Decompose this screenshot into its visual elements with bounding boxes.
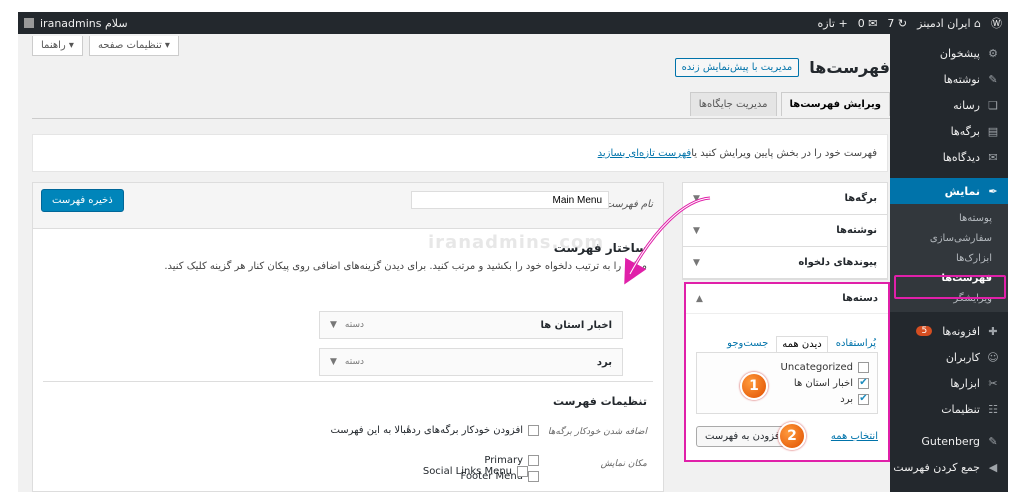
admin-bar: Ⓦ ⌂ ایران ادمینز ↻ 7 ✉ 0 + تازه سلام ira… bbox=[18, 12, 1008, 34]
checkbox-checked[interactable]: ✔ bbox=[858, 377, 869, 389]
checkbox[interactable] bbox=[528, 471, 539, 482]
avatar[interactable] bbox=[24, 18, 34, 28]
comments-link[interactable]: ✉ 0 bbox=[858, 17, 878, 30]
users-icon: ☺ bbox=[987, 350, 999, 364]
comment-icon: ✉ bbox=[988, 150, 998, 164]
adminbar-right: Ⓦ ⌂ ایران ادمینز ↻ 7 ✉ 0 + تازه bbox=[817, 12, 1002, 34]
wordpress-icon[interactable]: Ⓦ bbox=[991, 15, 1002, 31]
auto-add-label: اضافه شدن خودکار برگه‌ها bbox=[547, 427, 647, 437]
tab-manage-locations[interactable]: مدیریت جایگاه‌ها bbox=[689, 92, 777, 116]
tab-most-used[interactable]: پُراستفاده bbox=[834, 336, 878, 352]
menu-name-input[interactable] bbox=[411, 191, 609, 209]
select-all-link[interactable]: انتخاب همه bbox=[831, 431, 878, 442]
wrench-icon: ✂ bbox=[988, 376, 998, 390]
screen-options-button[interactable]: تنظیمات صفحه ▾ bbox=[88, 36, 179, 56]
categories-checklist: Uncategorized اخبار استان ها ✔ برد ✔ bbox=[696, 352, 878, 414]
sidebar-item-posts[interactable]: ✎ نوشته‌ها bbox=[890, 66, 1008, 92]
settings-icon: ☷ bbox=[988, 402, 998, 416]
sidebar-item-dashboard[interactable]: ⚙ پیشخوان bbox=[890, 40, 1008, 66]
help-button[interactable]: راهنما ▾ bbox=[32, 36, 83, 56]
checkbox[interactable] bbox=[517, 466, 528, 477]
auto-add-option[interactable]: افزودن خودکار برگه‌های ردهٔبالا به این ف… bbox=[330, 425, 539, 436]
main-content: راهنما ▾ تنظیمات صفحه ▾ فهرست‌ها مدیریت … bbox=[18, 34, 890, 492]
pencil-icon: ✎ bbox=[988, 434, 998, 448]
sidebar-item-gutenberg[interactable]: ✎ Gutenberg bbox=[890, 428, 1008, 454]
tab-view-all[interactable]: دیدن همه bbox=[776, 336, 828, 352]
page-title: فهرست‌ها bbox=[809, 58, 890, 77]
pin-icon: ✎ bbox=[988, 72, 998, 86]
settings-divider bbox=[43, 381, 653, 382]
chevron-down-icon[interactable]: ▼ bbox=[330, 320, 337, 330]
sidebar-item-tools[interactable]: ✂ ابزارها bbox=[890, 370, 1008, 396]
menu-header: نام فهرست ذخیره فهرست bbox=[33, 183, 663, 229]
category-province-news[interactable]: اخبار استان ها ✔ bbox=[705, 375, 869, 391]
sidebar-item-pages[interactable]: ▤ برگه‌ها bbox=[890, 118, 1008, 144]
comment-icon: ✉ bbox=[868, 16, 878, 30]
page-title-row: فهرست‌ها مدیریت با پیش‌نمایش زنده bbox=[674, 58, 890, 77]
plugins-update-badge: 5 bbox=[916, 326, 933, 336]
create-new-menu-link[interactable]: فهرست تازه‌ای بسازید bbox=[598, 148, 692, 159]
chevron-up-icon: ▲ bbox=[696, 293, 703, 304]
media-icon: ❏ bbox=[988, 98, 998, 112]
sidebar-item-media[interactable]: ❏ رسانه bbox=[890, 92, 1008, 118]
adminbar-left: سلام iranadmins bbox=[24, 12, 128, 34]
menu-notice: فهرست خود را در بخش پایین ویرایش کنید یا… bbox=[32, 134, 888, 172]
category-bord[interactable]: برد ✔ bbox=[705, 391, 869, 407]
submenu-themes[interactable]: پوسته‌ها bbox=[890, 208, 1008, 228]
submenu-highlight-box bbox=[894, 275, 1006, 299]
annotation-arrow bbox=[624, 196, 711, 285]
screen-meta-links: راهنما ▾ تنظیمات صفحه ▾ bbox=[32, 36, 179, 56]
plus-icon: + bbox=[838, 16, 848, 30]
categories-panel: دسته‌ها ▲ پُراستفاده دیدن همه جست‌وجو Unc… bbox=[684, 282, 890, 462]
categories-tabs: پُراستفاده دیدن همه جست‌وجو bbox=[725, 336, 878, 352]
chevron-down-icon[interactable]: ▼ bbox=[330, 357, 337, 367]
checkbox[interactable] bbox=[858, 361, 869, 373]
admin-sidebar: ⚙ پیشخوان ✎ نوشته‌ها ❏ رسانه ▤ برگه‌ها ✉ دیدگ… bbox=[890, 34, 1008, 492]
brush-icon: ✒ bbox=[988, 184, 998, 198]
submenu-customize[interactable]: سفارشی‌سازی bbox=[890, 228, 1008, 248]
menu-structure-description: موارد را به ترتیب دلخواه خود را بکشید و … bbox=[164, 261, 647, 272]
sidebar-item-plugins[interactable]: ✚ افزونه‌ها 5 bbox=[890, 318, 1008, 344]
checkbox[interactable] bbox=[528, 455, 539, 466]
account-link[interactable]: سلام iranadmins bbox=[40, 17, 128, 30]
category-uncategorized[interactable]: Uncategorized bbox=[705, 359, 869, 375]
save-menu-button[interactable]: ذخیره فهرست bbox=[41, 189, 124, 212]
live-preview-button[interactable]: مدیریت با پیش‌نمایش زنده bbox=[674, 58, 800, 77]
step-1-marker: 1 bbox=[740, 372, 768, 400]
menu-edit-area: نام فهرست ذخیره فهرست ساختار فهرست موارد… bbox=[32, 182, 664, 492]
sidebar-item-comments[interactable]: ✉ دیدگاه‌ها bbox=[890, 144, 1008, 170]
tab-divider bbox=[32, 118, 890, 119]
site-name-link[interactable]: ⌂ ایران ادمینز bbox=[917, 17, 981, 30]
menu-item[interactable]: اخبار استان ها دسته ▼ bbox=[319, 311, 623, 339]
checkbox[interactable] bbox=[528, 425, 539, 436]
display-location-label: مکان نمایش bbox=[600, 459, 647, 469]
plugin-icon: ✚ bbox=[988, 324, 998, 338]
watermark: iranadmins.com bbox=[428, 232, 605, 253]
dashboard-icon: ⚙ bbox=[988, 46, 998, 60]
new-content-link[interactable]: + تازه bbox=[817, 17, 847, 30]
tab-edit-menus[interactable]: ویرایش فهرست‌ها bbox=[780, 92, 890, 116]
sidebar-item-appearance[interactable]: ✒ نمایش bbox=[890, 178, 1008, 204]
location-primary[interactable]: Primary bbox=[484, 455, 539, 466]
home-icon: ⌂ bbox=[974, 16, 981, 30]
sidebar-item-users[interactable]: ☺ کاربران bbox=[890, 344, 1008, 370]
menu-settings-title: تنظیمات فهرست bbox=[553, 395, 647, 408]
step-2-marker: 2 bbox=[778, 422, 806, 450]
browser-frame: Ⓦ ⌂ ایران ادمینز ↻ 7 ✉ 0 + تازه سلام ira… bbox=[18, 12, 1008, 492]
nav-tabs: ویرایش فهرست‌ها مدیریت جایگاه‌ها bbox=[689, 92, 890, 116]
checkbox-checked[interactable]: ✔ bbox=[858, 393, 869, 405]
collapse-icon: ◀ bbox=[988, 460, 998, 474]
location-social[interactable]: Social Links Menu bbox=[423, 466, 528, 477]
sidebar-item-settings[interactable]: ☷ تنظیمات bbox=[890, 396, 1008, 422]
tab-search[interactable]: جست‌وجو bbox=[725, 336, 770, 352]
updates-icon: ↻ bbox=[897, 16, 908, 30]
page-icon: ▤ bbox=[987, 124, 999, 138]
sidebar-collapse-menu[interactable]: ◀ جمع کردن فهرست bbox=[890, 454, 1008, 480]
submenu-widgets[interactable]: ابزارک‌ها bbox=[890, 248, 1008, 268]
menu-item[interactable]: برد دسته ▼ bbox=[319, 348, 623, 376]
updates-link[interactable]: ↻ 7 bbox=[887, 17, 907, 30]
